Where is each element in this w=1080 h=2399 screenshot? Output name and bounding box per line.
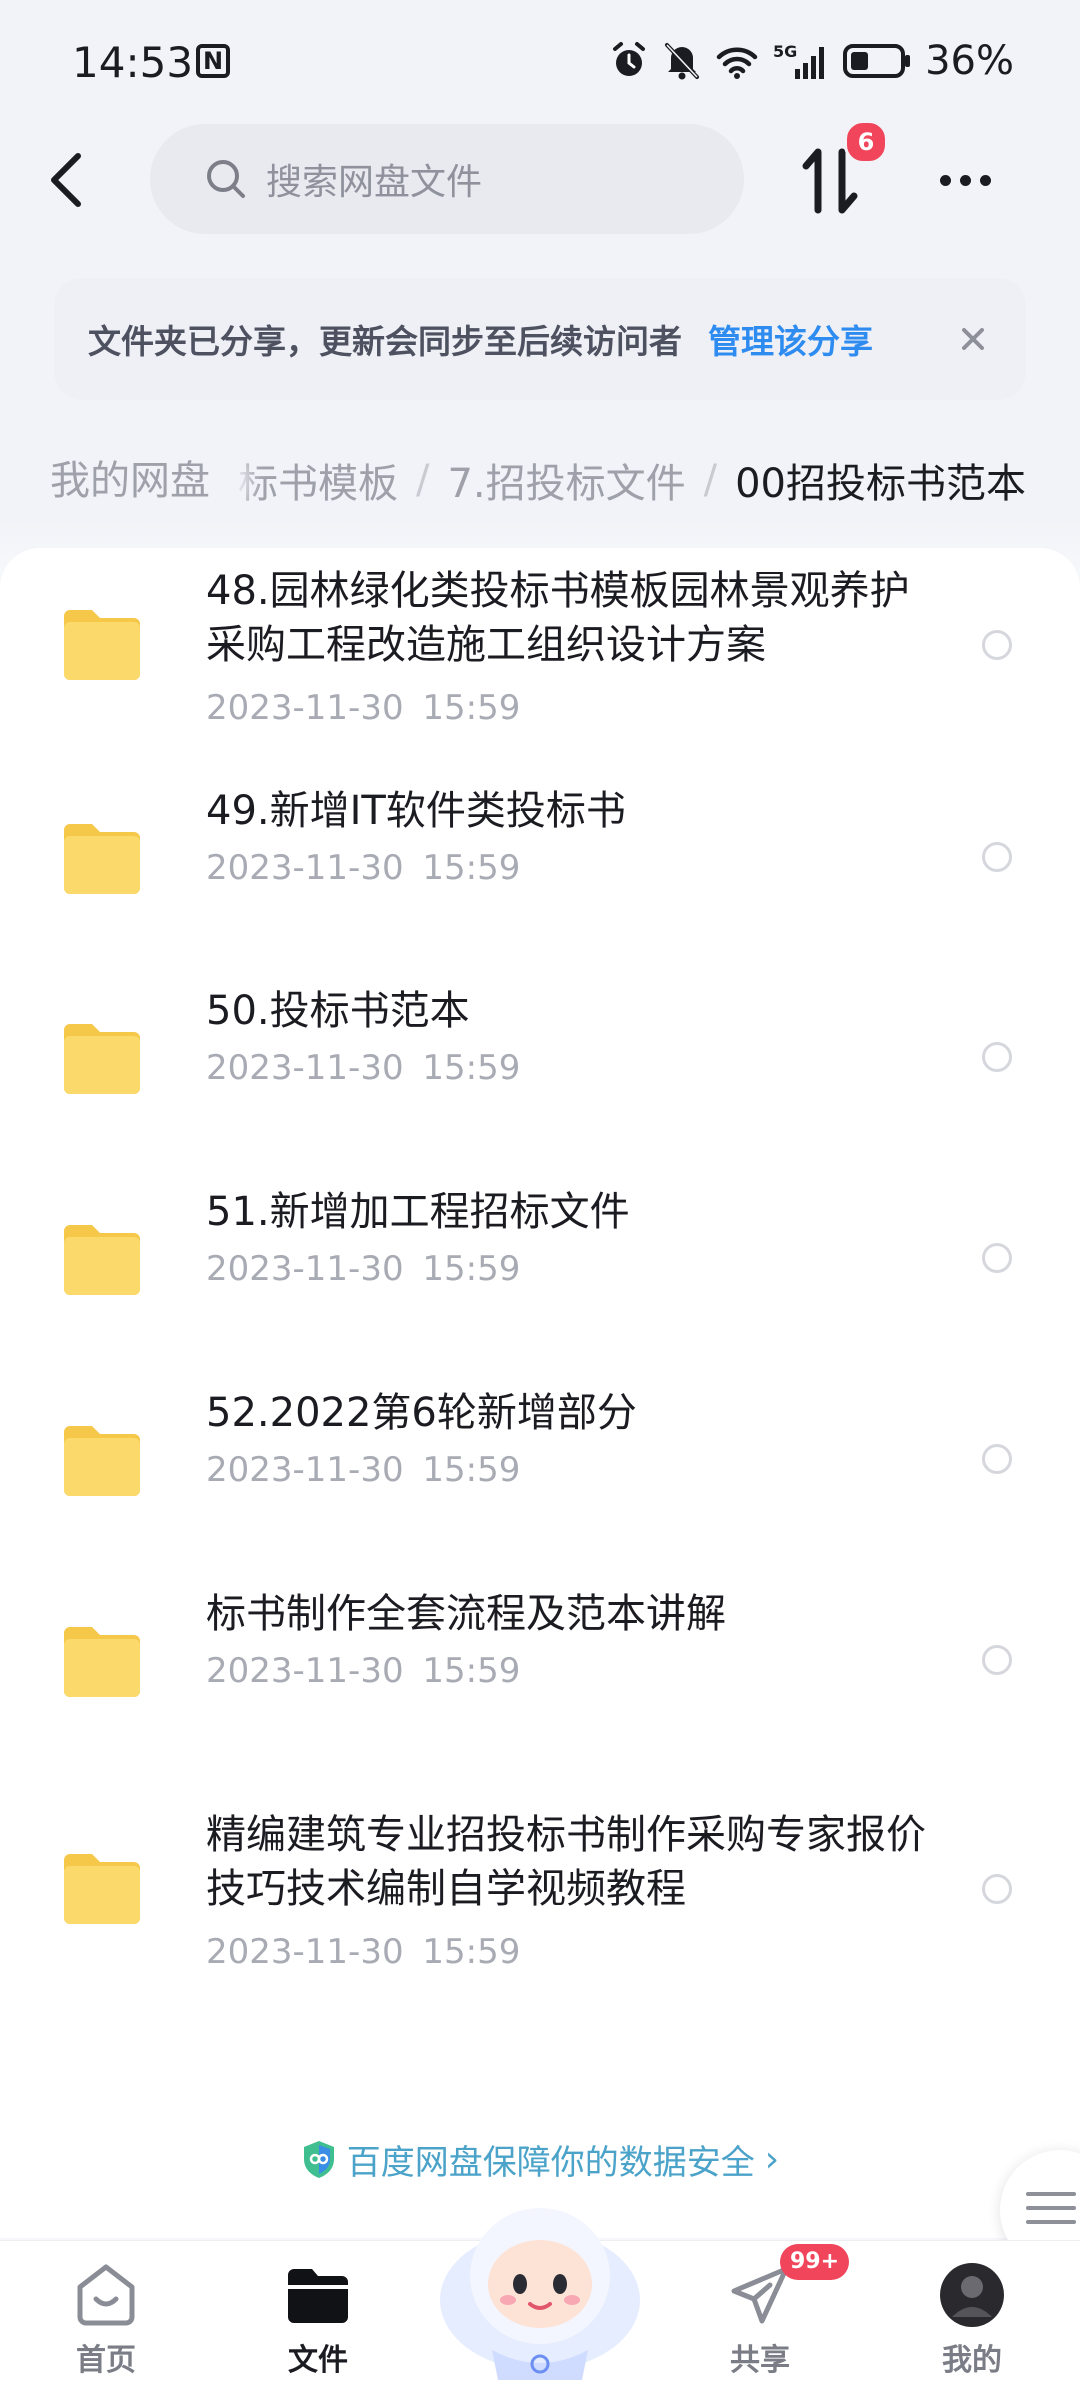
file-date: 2023-11-30 15:59	[206, 1048, 521, 1088]
avatar	[940, 2263, 1004, 2327]
security-note-text: 百度网盘保障你的数据安全	[346, 2142, 755, 2183]
dot	[979, 174, 991, 186]
file-name: 52.2022第6轮新增部分	[206, 1390, 637, 1436]
folder-icon	[64, 824, 140, 894]
nav-label: 我的	[942, 2343, 1002, 2378]
file-row[interactable]: 52.2022第6轮新增部分 2023-11-30 15:59	[0, 1380, 1080, 1570]
file-name: 49.新增IT软件类投标书	[206, 788, 626, 834]
select-radio[interactable]	[982, 1243, 1012, 1273]
file-row[interactable]: 50.投标书范本 2023-11-30 15:59	[0, 978, 1080, 1168]
file-date: 2023-11-30 15:59	[206, 688, 521, 728]
mute-bell-icon	[665, 43, 700, 80]
file-row[interactable]: 精编建筑专业招投标书制作采购专家报价技巧技术编制自学视频教程 2023-11-3…	[0, 1792, 1080, 2032]
shield-icon	[303, 2141, 334, 2178]
breadcrumb-item[interactable]: 标书模板	[238, 451, 398, 509]
breadcrumb: 标书模板 / 7.招投标文件 / 00招投标书范本 我的网盘	[0, 440, 1080, 520]
folder-icon	[64, 1854, 140, 1924]
transfer-badge: 6	[844, 120, 888, 164]
select-radio[interactable]	[982, 842, 1012, 872]
folder-icon	[64, 1024, 140, 1094]
search-input[interactable]: 搜索网盘文件	[150, 124, 744, 234]
search-placeholder: 搜索网盘文件	[266, 162, 483, 203]
breadcrumb-current: 00招投标书范本	[735, 461, 1026, 507]
file-row[interactable]: 51.新增加工程招标文件 2023-11-30 15:59	[0, 1179, 1080, 1369]
file-row[interactable]: 标书制作全套流程及范本讲解 2023-11-30 15:59	[0, 1581, 1080, 1771]
chevron-right-icon: ›	[764, 2138, 780, 2180]
file-list: 48.园林绿化类投标书模板园林景观养护采购工程改造施工组织设计方案 2023-1…	[0, 548, 1080, 2238]
file-row[interactable]: 49.新增IT软件类投标书 2023-11-30 15:59	[0, 778, 1080, 968]
nav-files[interactable]: 文件	[248, 2261, 388, 2379]
nav-home[interactable]: 首页	[36, 2261, 176, 2379]
breadcrumb-item[interactable]: 7.招投标文件	[447, 451, 685, 509]
folder-icon	[64, 1225, 140, 1295]
breadcrumb-track: 标书模板 / 7.招投标文件 / 00招投标书范本	[238, 440, 1026, 520]
select-radio[interactable]	[982, 1042, 1012, 1072]
select-radio[interactable]	[982, 630, 1012, 660]
file-name: 精编建筑专业招投标书制作采购专家报价技巧技术编制自学视频教程	[206, 1812, 926, 1912]
battery-icon	[843, 44, 911, 78]
folder-icon	[288, 2269, 348, 2323]
file-name: 51.新增加工程招标文件	[206, 1189, 630, 1235]
status-time: 14:53	[72, 38, 194, 87]
file-date: 2023-11-30 15:59	[206, 1249, 521, 1289]
nav-label: 首页	[76, 2343, 136, 2378]
file-date: 2023-11-30 15:59	[206, 1651, 521, 1691]
nfc-icon: N	[196, 44, 230, 78]
file-name: 标书制作全套流程及范本讲解	[206, 1591, 726, 1637]
network-type: 5G	[773, 42, 797, 61]
alarm-icon	[613, 42, 646, 76]
share-badge: 99+	[780, 2244, 850, 2280]
chevron-left-icon	[51, 153, 81, 207]
nav-profile[interactable]: 我的	[902, 2261, 1042, 2379]
search-icon	[207, 160, 245, 198]
select-radio[interactable]	[982, 1645, 1012, 1675]
home-icon	[77, 2264, 135, 2326]
menu-icon	[1026, 2192, 1076, 2234]
nav-label: 共享	[730, 2343, 790, 2378]
file-date: 2023-11-30 15:59	[206, 1450, 521, 1490]
nav-label: 文件	[288, 2343, 348, 2378]
select-radio[interactable]	[982, 1874, 1012, 1904]
status-icons: 5G 36%	[609, 38, 1014, 84]
breadcrumb-separator: /	[703, 457, 718, 503]
more-options-button[interactable]	[930, 150, 1000, 210]
manage-share-link[interactable]: 管理该分享	[708, 315, 873, 363]
wifi-icon	[716, 47, 758, 79]
breadcrumb-root[interactable]: 我的网盘	[24, 448, 236, 514]
dot	[939, 174, 951, 186]
battery-percent: 36%	[925, 38, 1014, 84]
mascot-assistant-icon[interactable]	[432, 2180, 648, 2380]
dot	[959, 174, 971, 186]
select-radio[interactable]	[982, 1444, 1012, 1474]
security-note[interactable]: 百度网盘保障你的数据安全 ›	[0, 2134, 1080, 2184]
folder-icon	[64, 610, 140, 680]
folder-icon	[64, 1627, 140, 1697]
share-banner-text: 文件夹已分享，更新会同步至后续访问者	[88, 322, 682, 361]
file-date: 2023-11-30 15:59	[206, 848, 521, 888]
status-bar: 14:53 N 5G 36%	[0, 0, 1080, 130]
file-name: 48.园林绿化类投标书模板园林景观养护采购工程改造施工组织设计方案	[206, 568, 910, 668]
file-name: 50.投标书范本	[206, 988, 470, 1034]
close-icon[interactable]	[950, 316, 996, 362]
share-banner: 文件夹已分享，更新会同步至后续访问者 管理该分享	[54, 278, 1026, 400]
back-button[interactable]	[36, 140, 96, 220]
breadcrumb-separator: /	[415, 457, 430, 503]
file-row[interactable]: 48.园林绿化类投标书模板园林景观养护采购工程改造施工组织设计方案 2023-1…	[0, 548, 1080, 758]
folder-icon	[64, 1426, 140, 1496]
cellular-signal-icon: 5G	[773, 42, 825, 79]
file-date: 2023-11-30 15:59	[206, 1932, 521, 1972]
